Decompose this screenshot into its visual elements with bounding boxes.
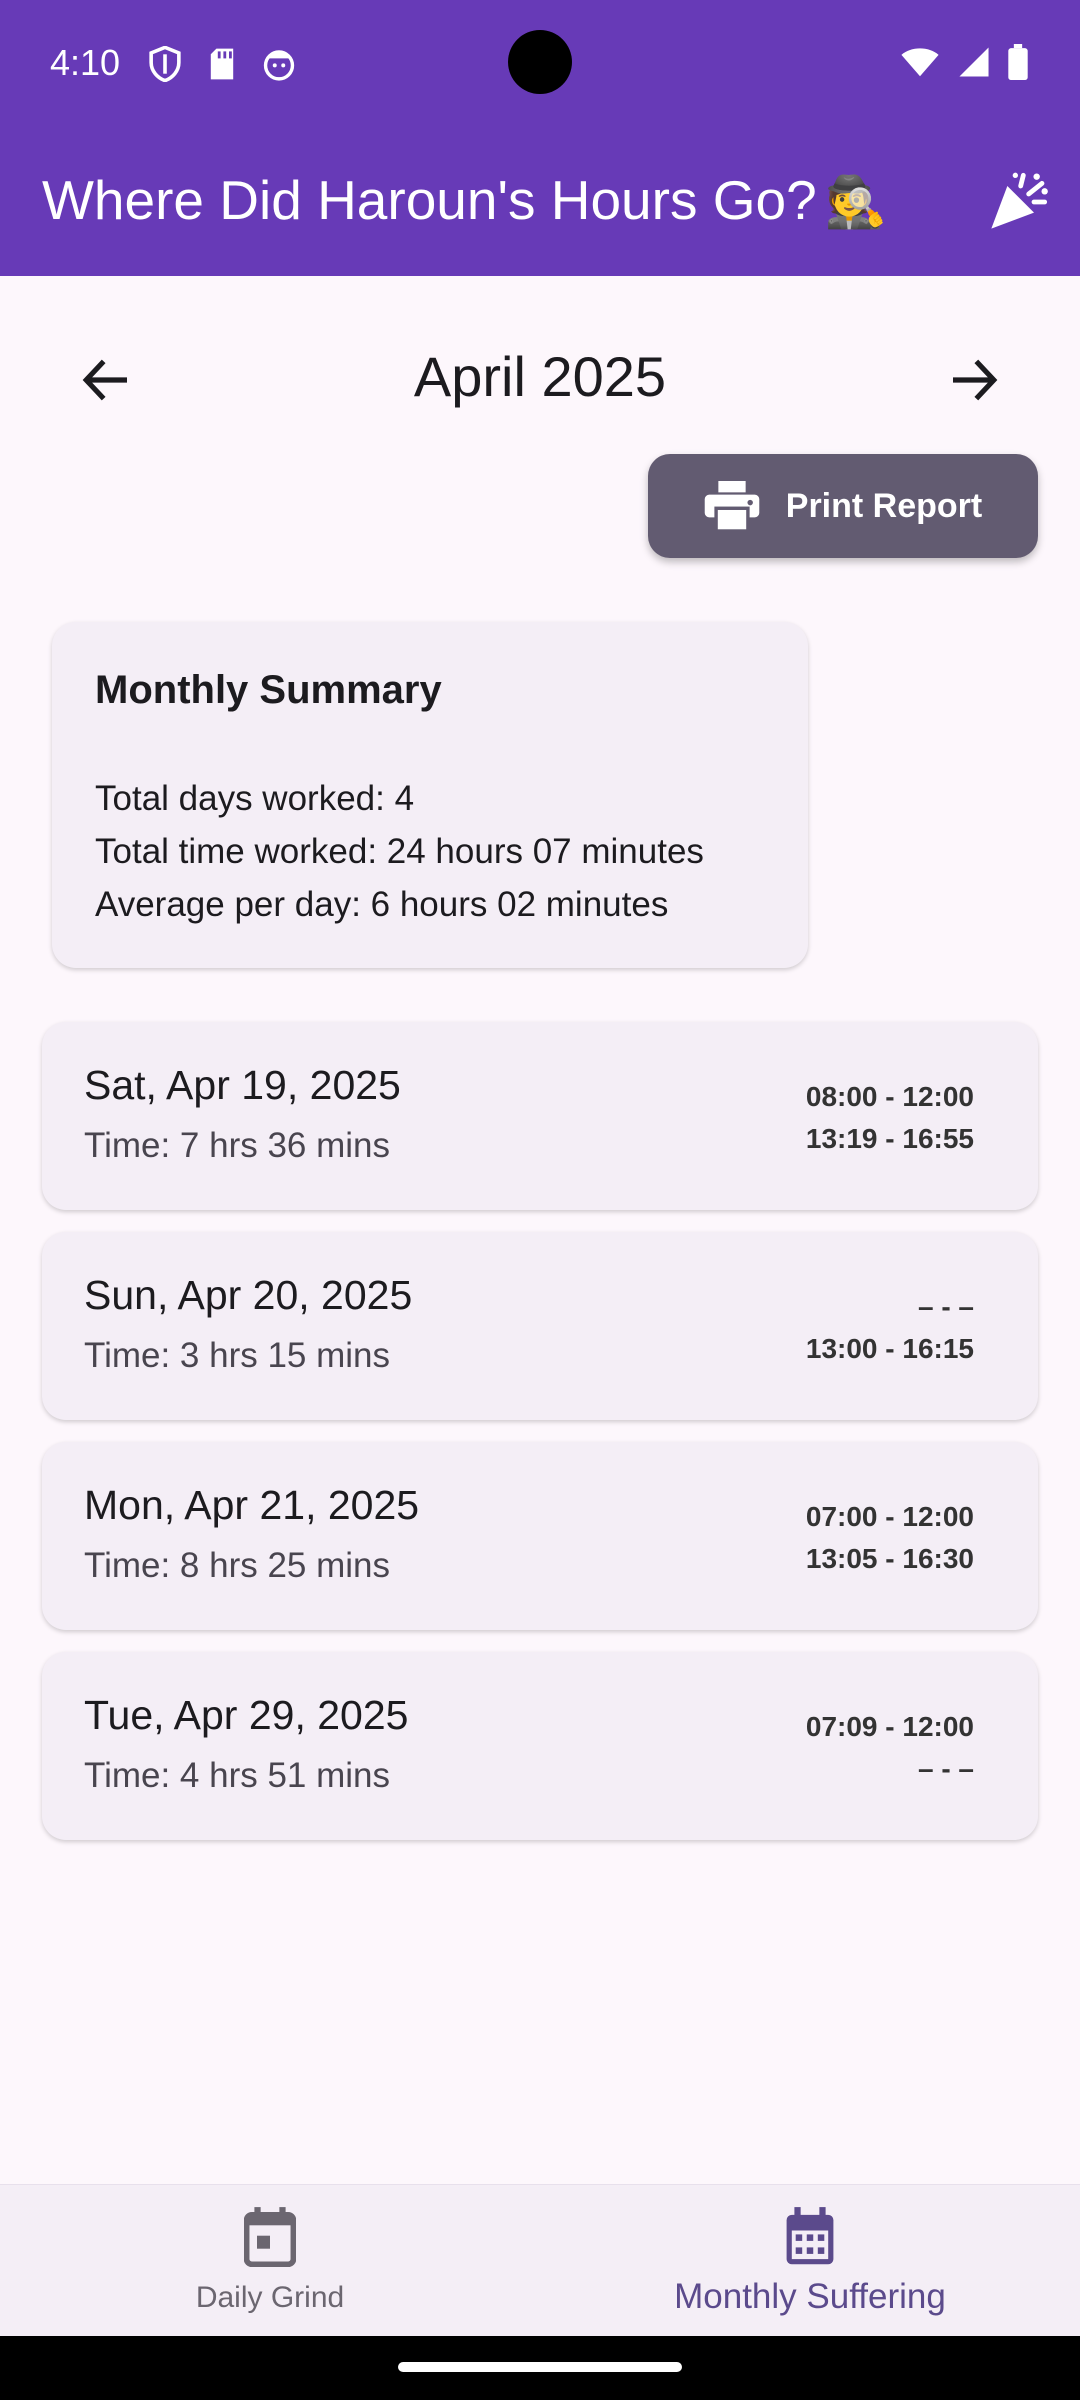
morning-range: – - –	[917, 1291, 974, 1322]
calendar-day-icon	[244, 2207, 296, 2267]
print-report-button[interactable]: Print Report	[648, 454, 1038, 558]
day-total-time: Time: 3 hrs 15 mins	[84, 1336, 391, 1375]
app-title-text: Where Did Haroun's Hours Go?	[42, 169, 817, 231]
morning-range: 07:00 - 12:00	[805, 1501, 974, 1532]
day-date: Sun, Apr 20, 2025	[84, 1272, 413, 1318]
day-date: Mon, Apr 21, 2025	[84, 1482, 420, 1528]
afternoon-range: 13:19 - 16:55	[805, 1123, 974, 1154]
home-gesture-handle[interactable]	[398, 2362, 682, 2372]
status-icons-left	[148, 46, 296, 82]
calendar-month-icon	[786, 2207, 834, 2265]
day-time-ranges: 07:00 - 12:00 13:05 - 16:30	[806, 1496, 974, 1580]
afternoon-range: – - –	[917, 1753, 974, 1784]
day-date: Sat, Apr 19, 2025	[84, 1062, 401, 1108]
detective-emoji: 🕵	[824, 174, 887, 230]
wifi-icon	[901, 48, 939, 77]
summary-title: Monthly Summary	[95, 668, 442, 712]
status-icons-right	[900, 44, 1028, 80]
day-time-ranges: 08:00 - 12:00 13:19 - 16:55	[806, 1076, 974, 1160]
month-label: April 2025	[413, 345, 667, 408]
print-report-label: Print Report	[785, 486, 983, 525]
tab-monthly-suffering-label: Monthly Suffering	[674, 2277, 946, 2316]
status-bar: 4:10	[0, 0, 1080, 128]
tab-monthly-suffering[interactable]: Monthly Suffering	[540, 2185, 1080, 2337]
month-navigation: April 2025	[0, 330, 1080, 426]
battery-icon	[1008, 44, 1028, 80]
arrow-right-icon[interactable]	[946, 352, 1002, 408]
morning-range: 07:09 - 12:00	[805, 1711, 974, 1742]
camera-cutout	[508, 30, 572, 94]
summary-details: Total days worked: 4 Total time worked: …	[95, 772, 704, 931]
day-card[interactable]: Tue, Apr 29, 2025 Time: 4 hrs 51 mins 07…	[42, 1652, 1038, 1840]
day-total-time: Time: 7 hrs 36 mins	[84, 1126, 391, 1165]
day-total-time: Time: 8 hrs 25 mins	[84, 1546, 391, 1585]
tab-daily-grind-label: Daily Grind	[195, 2281, 345, 2314]
party-popper-icon[interactable]	[986, 170, 1050, 234]
bottom-navigation: Daily Grind Monthly Suffering	[0, 2184, 1080, 2337]
app-title: Where Did Haroun's Hours Go? 🕵	[42, 168, 887, 232]
app-bar: Where Did Haroun's Hours Go? 🕵	[0, 128, 1080, 276]
day-time-ranges: – - – 13:00 - 16:15	[806, 1286, 974, 1370]
system-gesture-area	[0, 2336, 1080, 2400]
average-per-day: Average per day: 6 hours 02 minutes	[95, 885, 669, 924]
signal-icon	[959, 47, 989, 77]
sd-card-icon	[210, 48, 234, 80]
day-card[interactable]: Sat, Apr 19, 2025 Time: 7 hrs 36 mins 08…	[42, 1022, 1038, 1210]
tab-daily-grind[interactable]: Daily Grind	[0, 2185, 540, 2337]
day-date: Tue, Apr 29, 2025	[84, 1692, 409, 1738]
total-time-worked: Total time worked: 24 hours 07 minutes	[95, 832, 704, 871]
total-days-worked: Total days worked: 4	[95, 779, 415, 818]
day-time-ranges: 07:09 - 12:00 – - –	[806, 1706, 974, 1790]
printer-icon	[704, 481, 760, 531]
day-total-time: Time: 4 hrs 51 mins	[84, 1756, 391, 1795]
day-card[interactable]: Mon, Apr 21, 2025 Time: 8 hrs 25 mins 07…	[42, 1442, 1038, 1630]
status-time: 4:10	[50, 42, 121, 83]
face-icon	[263, 50, 295, 81]
afternoon-range: 13:00 - 16:15	[805, 1333, 974, 1364]
day-card[interactable]: Sun, Apr 20, 2025 Time: 3 hrs 15 mins – …	[42, 1232, 1038, 1420]
afternoon-range: 13:05 - 16:30	[805, 1543, 974, 1574]
monthly-summary-card: Monthly Summary Total days worked: 4 Tot…	[52, 622, 808, 968]
morning-range: 08:00 - 12:00	[805, 1081, 974, 1112]
shield-icon	[149, 46, 181, 82]
